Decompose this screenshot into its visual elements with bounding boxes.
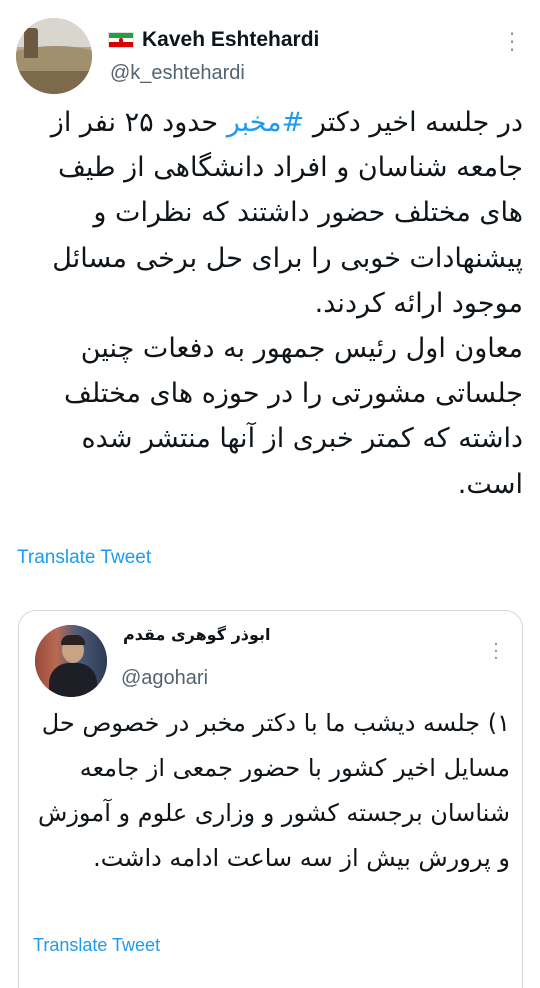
quoted-author-avatar[interactable] — [35, 625, 107, 697]
quoted-tweet-text: ۱) جلسه دیشب ما با دکتر مخبر در خصوص حل … — [38, 709, 510, 872]
author-display-name[interactable]: Kaveh Eshtehardi — [142, 28, 319, 52]
author-handle[interactable]: @k_eshtehardi — [110, 62, 245, 85]
iran-flag-icon — [108, 32, 134, 48]
tweet-text-part-1: در جلسه اخیر دکتر — [304, 107, 523, 138]
author-row: Kaveh Eshtehardi — [108, 28, 319, 52]
tweet-text-paragraph-2: معاون اول رئیس جمهور به دفعات چنین جلسات… — [64, 333, 523, 500]
quoted-author-name[interactable]: ابوذر گوهری مقدم — [123, 625, 271, 644]
quoted-translate-tweet-link[interactable]: Translate Tweet — [33, 935, 160, 956]
quoted-tweet-card[interactable]: ابوذر گوهری مقدم @agohari · · · ۱) جلسه دی… — [18, 610, 523, 988]
translate-tweet-link[interactable]: Translate Tweet — [17, 547, 151, 569]
more-options-icon[interactable]: · · · — [508, 24, 516, 60]
tweet-text: در جلسه اخیر دکتر #مخبر حدود ۲۵ نفر از ج… — [18, 100, 523, 507]
tweet-text-part-2: حدود ۲۵ نفر از جامعه شناسان و افراد دانش… — [50, 107, 523, 319]
quoted-author-handle[interactable]: @agohari — [121, 667, 208, 690]
quoted-more-options-icon[interactable]: · · · — [492, 636, 500, 668]
author-avatar[interactable] — [16, 18, 92, 94]
hashtag-link[interactable]: #مخبر — [227, 107, 305, 138]
